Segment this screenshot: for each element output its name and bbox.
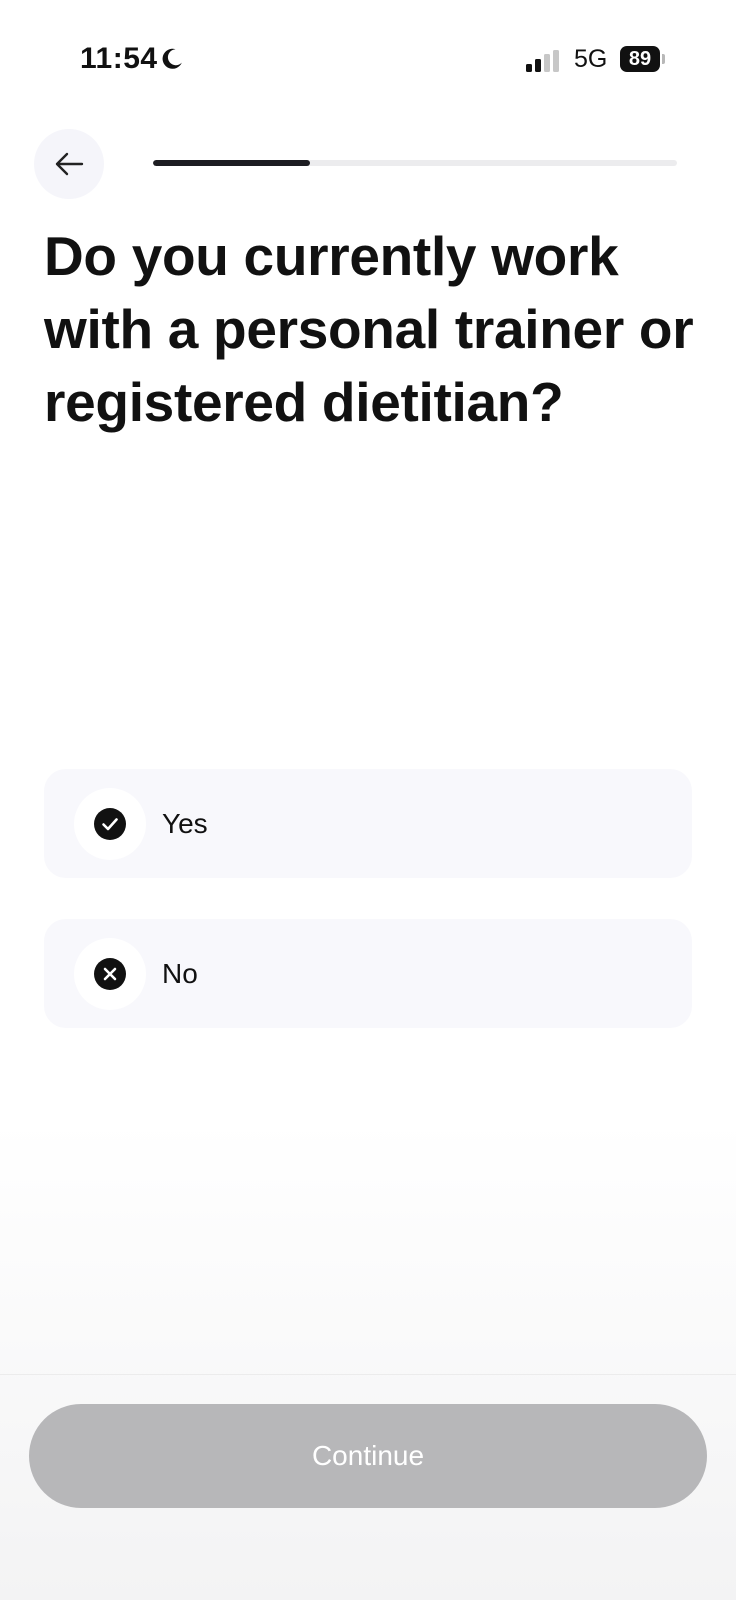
progress-bar [153,160,677,166]
option-label: No [162,958,198,989]
arrow-left-icon [55,152,84,176]
status-bar: 11:54 5G 89 [0,0,736,110]
status-time: 11:54 [80,42,158,75]
moon-icon [162,48,182,69]
option-no[interactable]: No [44,919,692,1028]
screen: 11:54 5G 89 Do you currently work with a… [0,0,736,1600]
question-title: Do you currently work with a personal tr… [44,225,694,433]
footer-divider [0,1374,736,1375]
x-circle-icon [94,958,126,990]
check-circle-icon [94,808,126,840]
battery-level: 89 [620,46,660,72]
option-icon-wrap [74,938,146,1010]
continue-button[interactable]: Continue [29,1404,707,1508]
back-button[interactable] [34,129,104,199]
battery-cap [662,54,665,64]
progress-fill [153,160,311,166]
option-icon-wrap [74,788,146,860]
signal-icon [526,50,559,72]
network-label: 5G [574,45,608,73]
battery-icon: 89 [620,46,665,72]
option-label: Yes [162,808,208,839]
option-yes[interactable]: Yes [44,769,692,878]
